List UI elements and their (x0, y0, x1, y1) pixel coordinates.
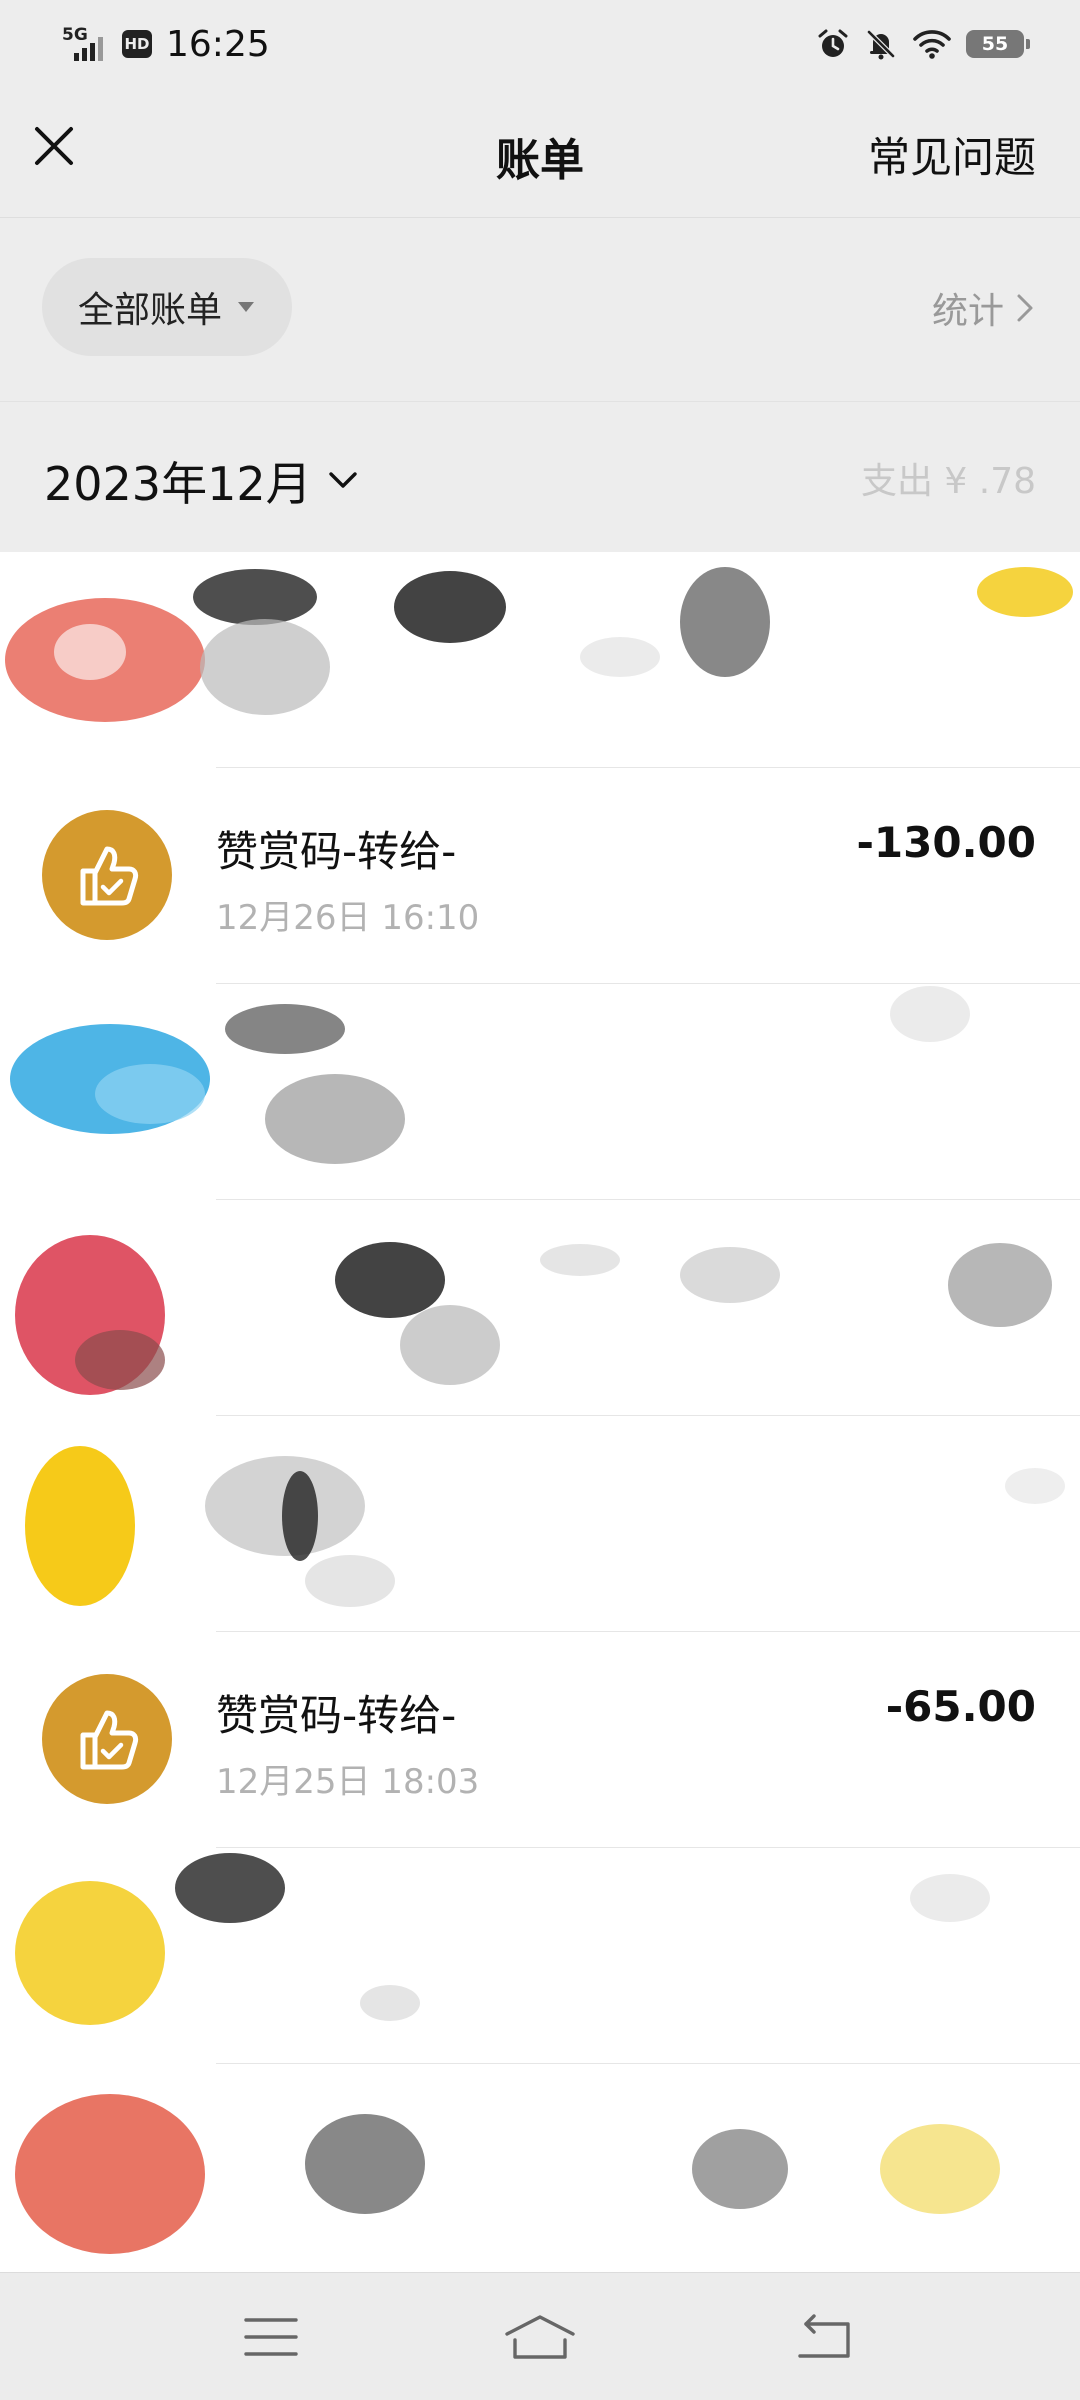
bill-icon (42, 1674, 172, 1804)
back-icon (798, 2314, 850, 2358)
bill-item[interactable] (0, 984, 1080, 1200)
filter-label: 全部账单 (77, 290, 222, 331)
battery-level: 55 (981, 33, 1009, 55)
redaction-scribble (25, 1446, 1065, 1607)
system-nav-bar (0, 2272, 1080, 2400)
stats-link[interactable]: 统计 (932, 282, 1034, 334)
bill-amount: -130.00 (856, 818, 1036, 867)
bill-icon (42, 810, 172, 940)
mute-icon (867, 30, 895, 60)
header: 账单 常见问题 (0, 86, 1080, 218)
bill-time: 12月26日 16:10 (216, 898, 480, 938)
home-button[interactable] (495, 2295, 585, 2379)
alarm-icon (818, 29, 848, 57)
network-label: 5G (62, 25, 88, 45)
bill-time: 12月25日 18:03 (216, 1762, 480, 1802)
home-icon (505, 2315, 575, 2359)
chevron-down-icon (328, 472, 357, 488)
redaction-scribble (15, 2094, 1000, 2254)
bill-item[interactable] (0, 552, 1080, 768)
signal-icon: 5G (62, 23, 108, 65)
bill-item[interactable] (0, 1848, 1080, 2064)
bill-title: 赞赏码-转给- (216, 1691, 457, 1740)
faq-link[interactable]: 常见问题 (868, 124, 1036, 185)
bill-list: 赞赏码-转给- 12月26日 16:10 -130.00 赞赏码-转给- 12月… (0, 552, 1080, 2272)
redaction-scribble (15, 1235, 1052, 1395)
thumbs-up-icon (80, 846, 139, 906)
status-time: 16:25 (166, 23, 270, 65)
menu-icon (244, 2318, 298, 2356)
hd-badge: HD (122, 30, 152, 58)
filter-bar: 全部账单 统计 (0, 218, 1080, 402)
month-selector[interactable]: 2023年12月 (44, 448, 358, 514)
bill-item[interactable]: 赞赏码-转给- 12月25日 18:03 -65.00 (0, 1632, 1080, 1848)
bill-amount: -65.00 (885, 1682, 1036, 1731)
caret-down-icon (238, 302, 254, 312)
back-button[interactable] (778, 2295, 868, 2379)
status-left: 5G HD 16:25 (62, 18, 270, 70)
bill-filter-dropdown[interactable]: 全部账单 (42, 258, 292, 356)
redaction-scribble (15, 1853, 990, 2025)
month-label: 2023年12月 (44, 457, 312, 511)
thumbs-up-icon (80, 1710, 139, 1770)
month-summary: 支出 ¥ .78 (860, 461, 1036, 502)
battery-indicator: 55 (966, 30, 1030, 58)
status-right: 55 (816, 22, 1030, 66)
bill-item[interactable] (0, 1416, 1080, 1632)
menu-button[interactable] (226, 2295, 316, 2379)
bill-title: 赞赏码-转给- (216, 827, 457, 876)
bill-item[interactable]: 赞赏码-转给- 12月26日 16:10 -130.00 (0, 768, 1080, 984)
bill-item[interactable] (0, 2064, 1080, 2280)
redaction-scribble (5, 567, 1073, 722)
status-bar: 5G HD 16:25 55 (0, 0, 1080, 86)
bill-item[interactable] (0, 1200, 1080, 1416)
wifi-icon (913, 30, 951, 59)
stats-label: 统计 (931, 291, 1004, 332)
month-bar: 2023年12月 支出 ¥ .78 (0, 402, 1080, 552)
chevron-right-icon (1017, 294, 1033, 322)
redaction-scribble (10, 986, 970, 1164)
